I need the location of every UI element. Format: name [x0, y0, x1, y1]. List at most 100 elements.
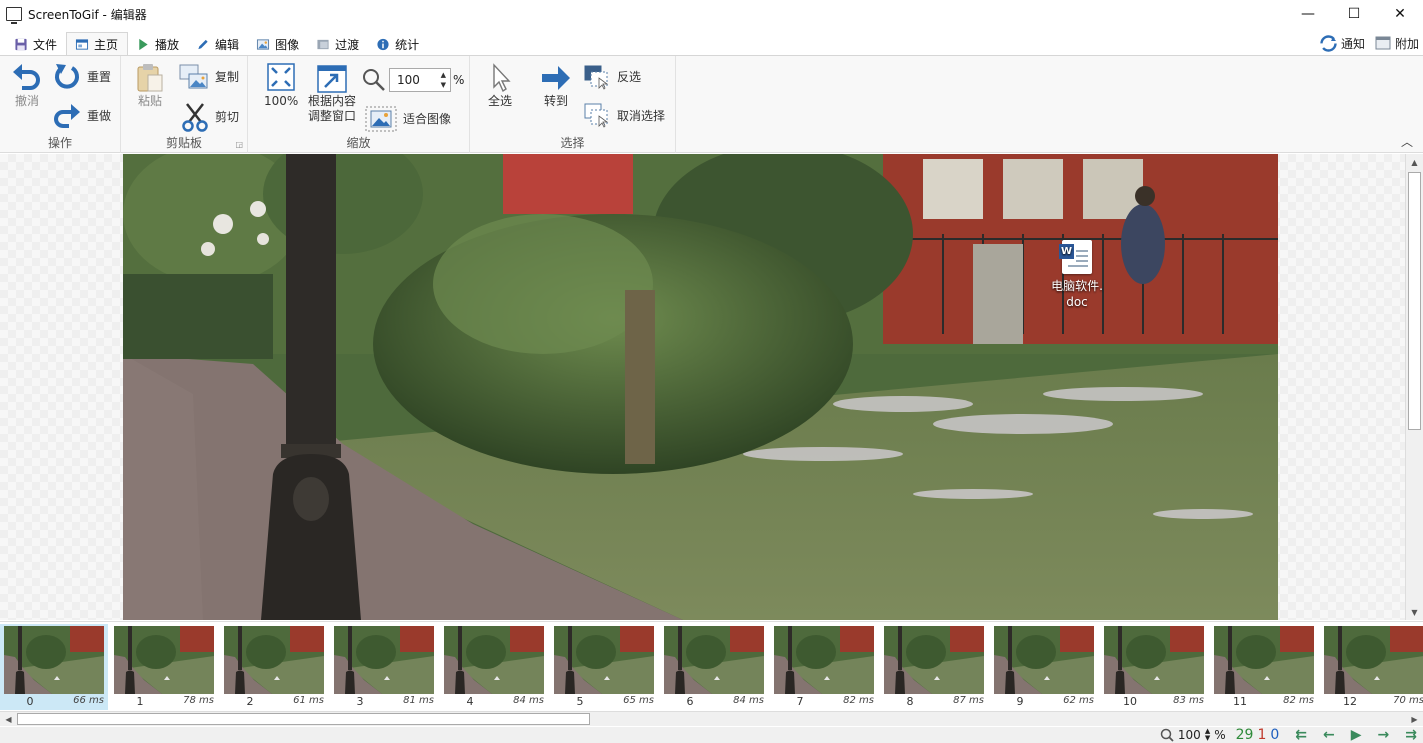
tab-edit[interactable]: 编辑 [188, 33, 248, 55]
goto-button[interactable]: 转到 [540, 62, 572, 109]
frame-thumbnail[interactable]: 2 61 ms [220, 624, 328, 710]
undo-icon [13, 64, 40, 90]
scissors-icon [182, 103, 208, 132]
frame-index: 2 [246, 695, 254, 708]
frame-index: 6 [686, 695, 694, 708]
horizontal-scroll-thumb[interactable] [17, 713, 590, 725]
frame-thumbnail[interactable]: 7 82 ms [770, 624, 878, 710]
frame-thumbnail[interactable]: 3 81 ms [330, 624, 438, 710]
frame-delay: 70 ms [1393, 695, 1423, 706]
frame-thumbnail-image [1324, 626, 1423, 694]
frame-thumbnail[interactable]: 9 62 ms [990, 624, 1098, 710]
status-zoom-unit: % [1214, 728, 1226, 742]
status-zoom-spinner[interactable]: ▲ ▼ [1205, 728, 1210, 742]
fit-window-label-1: 根据内容 [308, 94, 357, 108]
minimize-button[interactable]: — [1285, 0, 1331, 28]
frame-delay: 65 ms [623, 695, 654, 706]
goto-label: 转到 [543, 94, 568, 108]
next-frame-icon[interactable]: → [1378, 727, 1390, 743]
frame-thumbnail[interactable]: 5 65 ms [550, 624, 658, 710]
frame-delay: 84 ms [733, 695, 764, 706]
vertical-scroll-thumb[interactable] [1408, 172, 1421, 430]
tab-transitions[interactable]: 过渡 [308, 33, 368, 55]
zoom-spinner[interactable]: ▲ ▼ [441, 70, 446, 90]
tab-label: 过渡 [335, 37, 360, 52]
frame-thumbnail[interactable]: 10 83 ms [1100, 624, 1208, 710]
save-icon [15, 38, 27, 50]
home-icon [75, 38, 89, 50]
vertical-scrollbar[interactable]: ▲ ▼ [1405, 154, 1423, 620]
fit-image-button[interactable]: 适合图像 [365, 106, 451, 132]
notifications-label: 通知 [1340, 36, 1365, 51]
fit-window-to-content-button[interactable]: 根据内容 调整窗口 [308, 62, 356, 124]
frame-thumbnail[interactable]: 11 82 ms [1210, 624, 1318, 710]
zoom-100-button[interactable]: 100% [264, 62, 298, 109]
group-zoom: 100% 根据内容 调整窗口 100 ▲ ▼ % 适合图像 缩放 [248, 56, 470, 153]
last-frame-icon[interactable]: ⇉ [1405, 727, 1417, 743]
first-frame-icon[interactable]: ⇇ [1295, 727, 1307, 743]
frame-delay: 83 ms [1173, 695, 1204, 706]
frame-thumbnail[interactable]: 6 84 ms [660, 624, 768, 710]
desktop-file-icon[interactable]: W 电脑软件. doc [1046, 240, 1108, 310]
tab-statistics[interactable]: 统计 [368, 33, 428, 55]
scroll-right-icon[interactable]: ▶ [1406, 712, 1423, 726]
cut-label: 剪切 [215, 109, 240, 124]
play-frames-icon[interactable]: ▶ [1351, 727, 1362, 743]
frame-thumbnail-image [1214, 626, 1314, 694]
frame-thumbnail[interactable]: 12 70 ms [1320, 624, 1423, 710]
fit-window-icon [317, 65, 347, 93]
tab-playback[interactable]: 播放 [128, 33, 188, 55]
frame-navigation: ⇇ ← ▶ → ⇉ [1295, 727, 1417, 743]
frame-thumbnail[interactable]: 8 87 ms [880, 624, 988, 710]
magnifier-icon [363, 69, 385, 91]
arrow-right-icon [542, 66, 570, 90]
redo-button[interactable]: 重做 [53, 102, 111, 130]
frame-thumbnail-image [994, 626, 1094, 694]
frame-index: 12 [1343, 695, 1357, 708]
scroll-left-icon[interactable]: ◀ [0, 712, 17, 726]
undo-button[interactable]: 撤消 [10, 62, 44, 109]
redo-label: 重做 [87, 108, 112, 123]
tab-home[interactable]: 主页 [66, 32, 129, 55]
window-title: ScreenToGif - 编辑器 [28, 7, 147, 22]
close-button[interactable]: ✕ [1377, 0, 1423, 28]
scroll-up-icon[interactable]: ▲ [1406, 154, 1423, 170]
horizontal-scrollbar[interactable]: ◀ ▶ [0, 711, 1423, 726]
notifications-button[interactable]: 通知 [1320, 34, 1365, 52]
deselect-button[interactable]: 取消选择 [583, 102, 665, 130]
extras-button[interactable]: 附加 [1375, 35, 1419, 52]
collapse-ribbon-chevron-icon[interactable]: ︿ [1401, 133, 1413, 150]
transition-icon [317, 39, 329, 49]
paste-button[interactable]: 粘贴 [135, 62, 165, 109]
frame-delay: 82 ms [843, 695, 874, 706]
frame-thumbnail[interactable]: 1 78 ms [110, 624, 218, 710]
invert-selection-button[interactable]: 反选 [583, 64, 641, 90]
copy-button[interactable]: 复制 [179, 64, 239, 90]
ribbon: 撤消 重置 重做 操作 粘贴 复制 剪切 ◲ 剪贴板 100% 根据内容 调整窗… [0, 55, 1423, 153]
invert-selection-label: 反选 [617, 69, 642, 84]
status-zoom-value[interactable]: 100 [1178, 728, 1201, 742]
frame-strip: 0 66 ms 1 78 ms 2 61 ms 3 81 ms 4 84 ms 5 65 ms 6 84 … [0, 621, 1423, 711]
cut-button[interactable]: 剪切 [181, 102, 239, 132]
select-all-button[interactable]: 全选 [486, 62, 514, 109]
tab-image[interactable]: 图像 [248, 33, 308, 55]
zoom-input[interactable]: 100 ▲ ▼ [389, 68, 451, 92]
tab-file[interactable]: 文件 [6, 33, 66, 55]
zoom-magnifier-icon [1160, 728, 1174, 742]
frame-thumbnail[interactable]: 0 66 ms [0, 624, 108, 710]
frame-delay: 87 ms [953, 695, 984, 706]
reset-icon [55, 64, 79, 89]
fit-image-label: 适合图像 [403, 111, 452, 126]
current-frame-number: 0 [1270, 727, 1280, 743]
reset-button[interactable]: 重置 [53, 62, 111, 92]
maximize-button[interactable]: ☐ [1331, 0, 1377, 28]
frame-delay: 84 ms [513, 695, 544, 706]
undo-label: 撤消 [14, 94, 39, 108]
tab-label: 统计 [395, 37, 420, 52]
scroll-down-icon[interactable]: ▼ [1406, 604, 1423, 620]
fit-window-label-2: 调整窗口 [308, 109, 357, 123]
previous-frame-icon[interactable]: ← [1323, 727, 1335, 743]
window-controls: — ☐ ✕ [1285, 0, 1423, 28]
frame-thumbnail[interactable]: 4 84 ms [440, 624, 548, 710]
app-icon [6, 7, 22, 24]
